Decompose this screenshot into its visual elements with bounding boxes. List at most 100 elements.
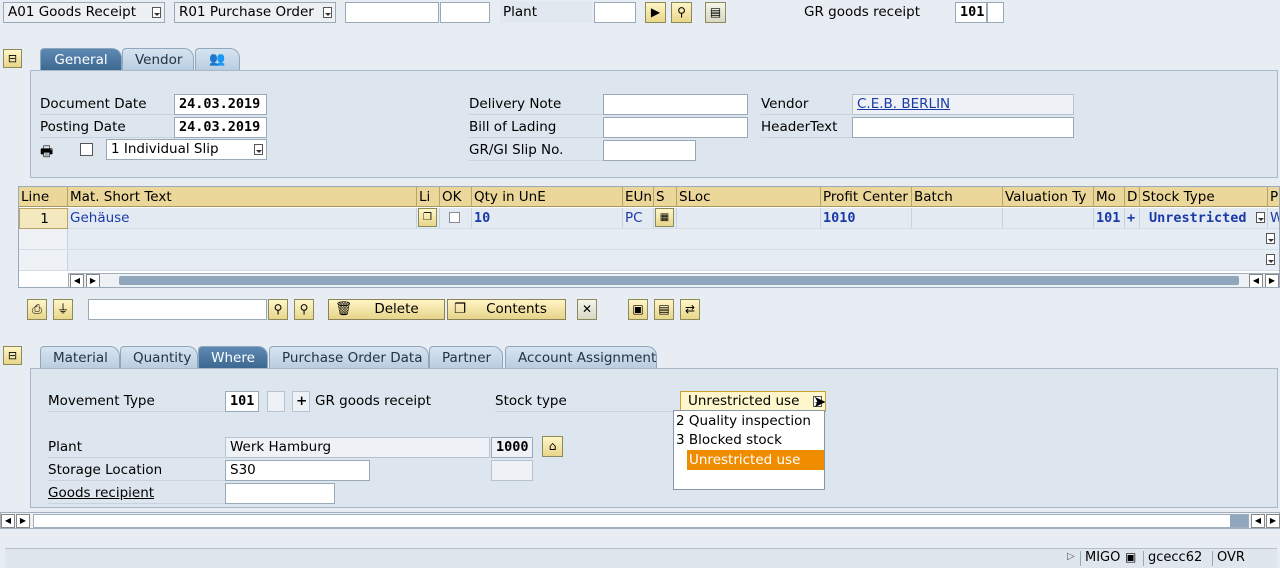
page-scroll-thumb[interactable] <box>1230 515 1248 527</box>
sloc-icon[interactable]: ▦ <box>655 208 674 227</box>
print-checkbox[interactable] <box>80 143 93 156</box>
column-header-ok[interactable]: OK <box>440 187 472 207</box>
plant-address-icon[interactable]: ⌂ <box>542 436 563 457</box>
delete-button[interactable]: 🗑 Delete <box>328 299 445 320</box>
dropdown-arrow-icon[interactable] <box>1266 254 1275 265</box>
table-row-empty[interactable] <box>68 229 1279 250</box>
table-cell-s[interactable]: ▦ <box>654 208 677 229</box>
item-ok-checkbox[interactable] <box>449 212 460 223</box>
plant-input[interactable] <box>594 2 636 23</box>
dropdown-arrow-icon[interactable] <box>152 7 161 18</box>
bill-of-lading-input[interactable] <box>603 117 748 138</box>
table-cell-quantity[interactable]: 10 <box>472 208 623 229</box>
table-cell-sloc[interactable] <box>677 208 821 229</box>
column-header-eun[interactable]: EUn <box>623 187 654 207</box>
detail-icon[interactable]: ❐ <box>418 208 437 227</box>
table-cell-valuation[interactable] <box>1003 208 1094 229</box>
page-horizontal-scrollbar[interactable]: ◀ ▶ ◀ ▶ <box>0 512 1280 529</box>
column-header-s[interactable]: S <box>654 187 677 207</box>
column-header-plant[interactable]: Pl <box>1268 187 1279 207</box>
grid-horizontal-scrollbar[interactable]: ◀ ▶ ◀ ▶ <box>68 273 1279 287</box>
stock-type-listbox[interactable]: 2 Quality inspection 3 Blocked stock Unr… <box>673 410 825 490</box>
column-header-li[interactable]: Li <box>417 187 440 207</box>
plant-code-input[interactable]: 1000 <box>491 437 533 458</box>
table-cell-eun[interactable]: PC <box>623 208 654 229</box>
stock-type-option-quality[interactable]: 2 Quality inspection <box>676 411 822 431</box>
tab-where[interactable]: Where <box>198 346 268 368</box>
tab-account-assignment[interactable]: Account Assignment <box>505 346 657 368</box>
collapse-detail-icon[interactable]: ⊟ <box>3 346 22 365</box>
delivery-note-input[interactable] <box>603 94 748 115</box>
reference-dropdown[interactable]: R01 Purchase Order <box>174 2 336 23</box>
reference-item-input[interactable] <box>440 2 490 23</box>
table-row-empty[interactable] <box>19 229 68 250</box>
page-scroll-left-end-icon[interactable]: ◀ <box>1251 514 1265 528</box>
filter-icon[interactable]: ⏚ <box>53 299 73 320</box>
transfer-icon[interactable]: ⇄ <box>680 299 700 320</box>
storage-location-input[interactable]: S30 <box>225 460 370 481</box>
scroll-right-end-icon[interactable]: ▶ <box>1265 274 1279 287</box>
scroll-right-icon[interactable]: ▶ <box>86 274 100 287</box>
find-next-icon[interactable]: ⚲ <box>294 299 314 320</box>
gr-gi-slip-input[interactable] <box>603 140 696 161</box>
session-icon[interactable]: ▣ <box>1125 550 1136 564</box>
table-row-empty[interactable] <box>68 250 1279 271</box>
table-row-empty[interactable] <box>19 250 68 271</box>
scroll-left-end-icon[interactable]: ◀ <box>1249 274 1263 287</box>
column-header-line[interactable]: Line <box>19 187 68 207</box>
slip-dropdown[interactable]: 1 Individual Slip <box>106 139 267 160</box>
document-icon[interactable]: ▤ <box>705 2 726 23</box>
column-header-valuation-type[interactable]: Valuation Ty <box>1003 187 1094 207</box>
posting-date-input[interactable]: 24.03.2019 <box>174 117 267 138</box>
execute-icon[interactable]: ▶ <box>645 2 666 23</box>
table-cell-batch[interactable] <box>912 208 1003 229</box>
find-icon[interactable]: ⚲ <box>268 299 288 320</box>
binoculars-icon[interactable]: ⚲ <box>671 2 692 23</box>
page-scroll-left-icon[interactable]: ◀ <box>1 514 15 528</box>
material-icon[interactable]: ▣ <box>628 299 648 320</box>
collapse-header-icon[interactable]: ⊟ <box>3 49 22 68</box>
page-scroll-right-end-icon[interactable]: ▶ <box>1266 514 1280 528</box>
print-list-icon[interactable]: ⎙ <box>27 299 47 320</box>
stock-type-option-unrestricted[interactable]: Unrestricted use <box>687 450 824 470</box>
column-header-d[interactable]: D <box>1125 187 1140 207</box>
dropdown-arrow-icon[interactable] <box>1256 212 1265 223</box>
dropdown-arrow-icon[interactable] <box>1266 233 1275 244</box>
tab-general[interactable]: General <box>40 48 122 70</box>
tab-vendor[interactable]: Vendor <box>122 48 194 70</box>
column-header-sloc[interactable]: SLoc <box>677 187 821 207</box>
movement-type-input[interactable]: 101 <box>225 391 259 412</box>
dropdown-arrow-icon[interactable] <box>323 7 332 18</box>
grid-search-input[interactable] <box>88 299 267 320</box>
scroll-left-icon[interactable]: ◀ <box>70 274 84 287</box>
header-movement-type-input[interactable]: 101 <box>955 2 987 23</box>
table-cell-d[interactable]: + <box>1125 208 1140 229</box>
table-cell-ok[interactable] <box>440 208 472 229</box>
printer-icon[interactable]: 🖶 <box>40 141 53 165</box>
table-cell-plant[interactable]: W <box>1268 208 1279 229</box>
tab-quantity[interactable]: Quantity <box>120 346 198 368</box>
tab-partners[interactable]: 👥 <box>195 48 240 70</box>
tab-material[interactable]: Material <box>40 346 120 368</box>
goods-recipient-input[interactable] <box>225 483 335 504</box>
contents-button[interactable]: ❐ Contents <box>447 299 566 320</box>
table-cell-material-text[interactable]: Gehäuse <box>68 208 417 229</box>
page-scroll-right-icon[interactable]: ▶ <box>16 514 30 528</box>
table-cell-li[interactable]: ❐ <box>417 208 440 229</box>
column-header-qty[interactable]: Qty in UnE <box>472 187 623 207</box>
table-cell-profit-center[interactable]: 1010 <box>821 208 912 229</box>
dropdown-arrow-icon[interactable] <box>254 144 263 155</box>
movement-special-input[interactable] <box>267 391 285 412</box>
column-header-stock-type[interactable]: Stock Type <box>1140 187 1268 207</box>
tab-purchase-order-data[interactable]: Purchase Order Data <box>269 346 429 368</box>
layout-icon[interactable]: ▤ <box>654 299 674 320</box>
close-all-icon[interactable]: ✕ <box>577 299 597 320</box>
scroll-thumb[interactable] <box>119 276 1239 285</box>
stock-type-dropdown[interactable]: Unrestricted use <box>680 391 826 412</box>
page-scroll-track[interactable] <box>33 514 1249 528</box>
action-dropdown[interactable]: A01 Goods Receipt <box>3 2 165 23</box>
table-cell-movement[interactable]: 101 <box>1094 208 1125 229</box>
table-row-line[interactable]: 1 <box>19 208 68 229</box>
column-header-mat-short-text[interactable]: Mat. Short Text <box>68 187 417 207</box>
table-cell-stock-type[interactable]: Unrestricted <box>1140 208 1268 229</box>
